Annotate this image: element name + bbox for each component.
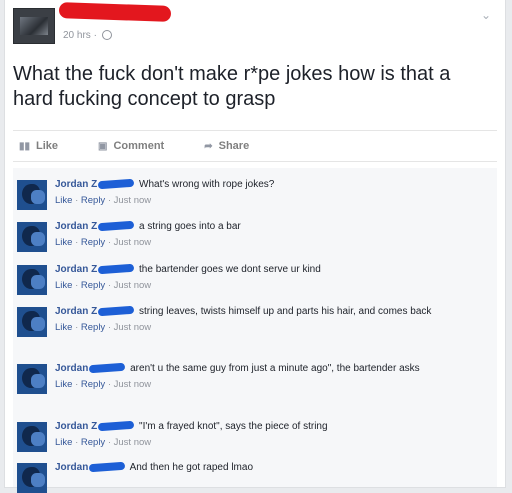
like-label: Like bbox=[36, 140, 59, 152]
commenter-avatar[interactable] bbox=[17, 463, 47, 493]
comment-label: Comment bbox=[113, 140, 165, 152]
globe-icon bbox=[101, 30, 112, 41]
redaction-scribble bbox=[97, 264, 135, 275]
comment-reply-link[interactable]: Reply bbox=[81, 437, 105, 448]
comment-like-link[interactable]: Like bbox=[55, 280, 72, 291]
commenter-name[interactable]: Jordan bbox=[55, 462, 88, 473]
share-button[interactable]: ➦ Share bbox=[204, 140, 249, 152]
comment-time[interactable]: Just now bbox=[114, 195, 152, 206]
commenter-avatar[interactable] bbox=[17, 422, 47, 452]
comment-reply-link[interactable]: Reply bbox=[81, 322, 105, 333]
comment-button[interactable]: ▣ Comment bbox=[98, 140, 164, 152]
comment-time[interactable]: Just now bbox=[114, 379, 152, 390]
post-text: What the fuck don't make r*pe jokes how … bbox=[13, 63, 451, 110]
comment-reply-link[interactable]: Reply bbox=[81, 280, 105, 291]
redaction-scribble bbox=[97, 421, 135, 432]
comment-time[interactable]: Just now bbox=[114, 280, 152, 291]
comment-time[interactable]: Just now bbox=[114, 437, 152, 448]
poster-avatar[interactable] bbox=[13, 8, 55, 44]
comment-time[interactable]: Just now bbox=[114, 237, 152, 248]
timestamp-text: 20 hrs · bbox=[63, 30, 97, 41]
commenter-name[interactable]: Jordan Z bbox=[55, 306, 97, 317]
share-arrow-icon: ➦ bbox=[204, 140, 213, 152]
post-timestamp[interactable]: 20 hrs · bbox=[63, 30, 112, 41]
comment-like-link[interactable]: Like bbox=[55, 195, 72, 206]
commenter-name[interactable]: Jordan Z bbox=[55, 421, 97, 432]
like-button[interactable]: ▮▮ Like bbox=[19, 140, 58, 152]
post-action-bar: ▮▮ Like ▣ Comment ➦ Share bbox=[13, 130, 497, 162]
post-card: 20 hrs · ⌄ What the fuck don't make r*pe… bbox=[4, 0, 506, 493]
redacted-poster-name bbox=[58, 2, 172, 22]
commenter-name[interactable]: Jordan Z bbox=[55, 179, 97, 190]
comment-text: What's wrong with rope jokes? bbox=[139, 179, 275, 190]
commenter-avatar[interactable] bbox=[17, 364, 47, 394]
comment-icon: ▣ bbox=[98, 140, 108, 152]
redaction-scribble bbox=[97, 179, 135, 190]
commenter-avatar[interactable] bbox=[17, 180, 47, 210]
comment-like-link[interactable]: Like bbox=[55, 322, 72, 333]
commenter-name[interactable]: Jordan bbox=[55, 363, 88, 374]
commenter-name[interactable]: Jordan Z bbox=[55, 264, 97, 275]
redaction-scribble bbox=[97, 306, 135, 317]
chevron-down-icon[interactable]: ⌄ bbox=[481, 8, 491, 22]
redaction-scribble bbox=[89, 363, 126, 374]
comment-text: a string goes into a bar bbox=[139, 221, 241, 232]
comment-like-link[interactable]: Like bbox=[55, 379, 72, 390]
thumbs-up-icon: ▮▮ bbox=[19, 140, 31, 152]
comment-time[interactable]: Just now bbox=[114, 322, 152, 333]
comment-reply-link[interactable]: Reply bbox=[81, 379, 105, 390]
redaction-scribble bbox=[97, 221, 135, 232]
commenter-avatar[interactable] bbox=[17, 307, 47, 337]
commenter-avatar[interactable] bbox=[17, 222, 47, 252]
comment-text: the bartender goes we dont serve ur kind bbox=[139, 264, 321, 275]
comment-text: And then he got raped lmao bbox=[129, 462, 254, 473]
comment-reply-link[interactable]: Reply bbox=[81, 195, 105, 206]
comment-text: aren't u the same guy from just a minute… bbox=[130, 363, 420, 374]
comment-reply-link[interactable]: Reply bbox=[81, 237, 105, 248]
redaction-scribble bbox=[89, 462, 126, 473]
comment-text: "I'm a frayed knot", says the piece of s… bbox=[139, 421, 328, 432]
comment-like-link[interactable]: Like bbox=[55, 237, 72, 248]
share-label: Share bbox=[218, 140, 250, 152]
commenter-avatar[interactable] bbox=[17, 265, 47, 295]
comment-text: string leaves, twists himself up and par… bbox=[139, 306, 432, 317]
comment-like-link[interactable]: Like bbox=[55, 437, 72, 448]
commenter-name[interactable]: Jordan Z bbox=[55, 221, 97, 232]
